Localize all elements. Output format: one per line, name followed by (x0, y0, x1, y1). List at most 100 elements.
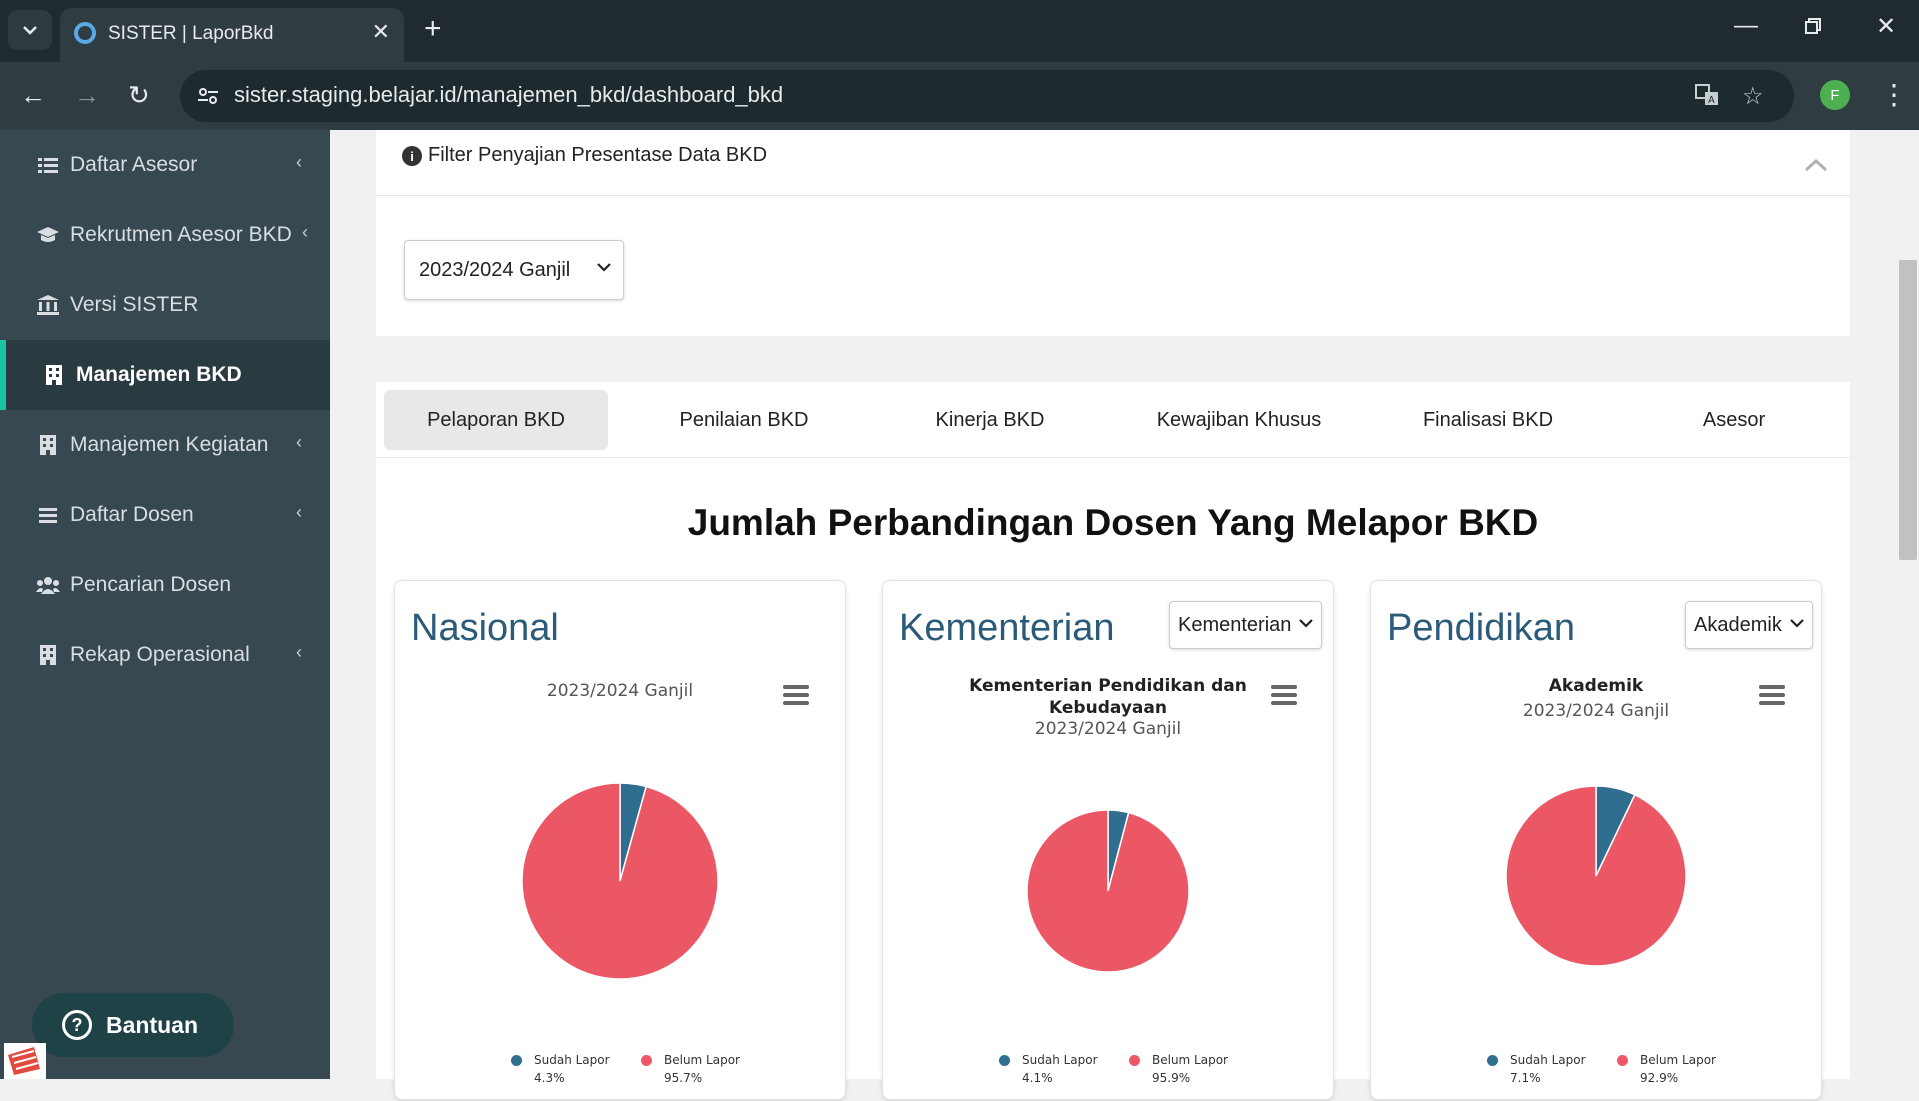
pie-chart-pendidikan (1505, 785, 1687, 967)
legend-label: Sudah Lapor (1510, 1053, 1586, 1067)
info-icon: i (402, 146, 422, 166)
card-heading: Pendidikan (1387, 607, 1576, 649)
address-bar[interactable]: sister.staging.belajar.id/manajemen_bkd/… (180, 70, 1794, 122)
sidebar-item-label: Manajemen Kegiatan (70, 433, 269, 456)
legend-dot (1487, 1054, 1498, 1066)
help-button[interactable]: ? Bantuan (32, 993, 234, 1057)
tab-search-button[interactable] (8, 10, 52, 50)
sidebar-item-label: Daftar Asesor (70, 153, 198, 176)
pie-slice-belum[interactable] (1026, 809, 1190, 973)
scrollbar-thumb[interactable] (1899, 260, 1917, 560)
question-icon: ? (62, 1010, 92, 1040)
legend-label: Belum Lapor (1152, 1053, 1228, 1067)
bookmark-star-icon[interactable]: ☆ (1742, 82, 1764, 111)
chart-subtitle: 2023/2024 Ganjil (1034, 719, 1182, 739)
semester-select[interactable]: 2023/2024 Ganjil (404, 240, 624, 300)
translate-icon[interactable]: A (1694, 82, 1720, 115)
page-scrollbar[interactable] (1897, 130, 1919, 1079)
sidebar-item-label: Daftar Dosen (70, 503, 194, 526)
card-heading: Nasional (411, 607, 559, 649)
sidebar-item-label: Rekrutmen Asesor BKD (70, 223, 292, 246)
sidebar-item-manajemen-kegiatan[interactable]: Manajemen Kegiatan ‹ (0, 410, 330, 480)
building-icon (36, 435, 60, 455)
legend-value: 95.9% (1152, 1071, 1191, 1085)
new-tab-button[interactable]: + (424, 12, 442, 46)
card-heading: Kementerian (899, 607, 1115, 649)
legend-label: Sudah Lapor (534, 1053, 610, 1067)
chart-card-nasional: Nasional 2023/2024 Ganjil Sudah Lapor 4.… (394, 580, 846, 1100)
chevron-up-icon[interactable] (1804, 148, 1828, 179)
legend-value: 4.3% (534, 1071, 565, 1085)
filter-card: i Filter Penyajian Presentase Data BKD 2… (376, 130, 1850, 336)
sidebar-item-rekap-operasional[interactable]: Rekap Operasional ‹ (0, 620, 330, 690)
pie-chart-nasional (521, 782, 719, 980)
sidebar-item-pencarian-dosen[interactable]: Pencarian Dosen (0, 550, 330, 620)
chevron-left-icon: ‹ (302, 222, 308, 242)
close-window-icon[interactable]: ✕ (1876, 12, 1896, 41)
report-card: Pelaporan BKD Penilaian BKD Kinerja BKD … (376, 382, 1850, 1100)
graduation-cap-icon (36, 226, 60, 244)
sidebar-item-label: Pencarian Dosen (70, 573, 232, 596)
browser-tab[interactable]: SISTER | LaporBkd ✕ (60, 8, 404, 62)
url-text: sister.staging.belajar.id/manajemen_bkd/… (234, 82, 784, 107)
site-settings-icon[interactable] (194, 82, 222, 110)
section-title: Jumlah Perbandingan Dosen Yang Melapor B… (687, 502, 1539, 543)
tab-pelaporan-bkd[interactable]: Pelaporan BKD (384, 390, 608, 450)
legend-item-belum[interactable]: Belum Lapor 92.9% (1617, 1053, 1716, 1085)
sidebar-item-label: Rekap Operasional (70, 643, 250, 666)
sidebar-item-manajemen-bkd[interactable]: Manajemen BKD (0, 340, 330, 410)
tab-finalisasi-bkd[interactable]: Finalisasi BKD (1376, 390, 1600, 450)
akademik-dropdown[interactable]: Akademik (1685, 601, 1813, 649)
sidebar-item-label: Versi SISTER (70, 293, 199, 316)
browser-toolbar: ← → ↻ sister.staging.belajar.id/manajeme… (0, 62, 1919, 130)
legend-item-belum[interactable]: Belum Lapor 95.7% (641, 1053, 740, 1085)
pie-slice-belum[interactable] (1505, 785, 1687, 967)
legend-item-sudah[interactable]: Sudah Lapor 4.3% (511, 1053, 610, 1085)
legend-label: Sudah Lapor (1022, 1053, 1098, 1067)
chevron-left-icon: ‹ (296, 502, 302, 522)
filter-title: Filter Penyajian Presentase Data BKD (428, 144, 768, 166)
legend-value: 7.1% (1510, 1071, 1541, 1085)
sister-favicon-icon (74, 22, 96, 44)
building-icon (36, 645, 60, 665)
tab-kewajiban-khusus[interactable]: Kewajiban Khusus (1114, 390, 1364, 450)
legend-item-sudah[interactable]: Sudah Lapor 7.1% (1487, 1053, 1586, 1085)
restore-icon[interactable] (1804, 14, 1822, 42)
sidebar-item-daftar-asesor[interactable]: Daftar Asesor ‹ (0, 130, 330, 200)
chart-area: Kementerian Pendidikan dan Kebudayaan 20… (883, 676, 1333, 1101)
profile-avatar[interactable]: F (1820, 80, 1850, 110)
forward-icon[interactable]: → (74, 80, 100, 111)
chevron-down-icon (597, 259, 611, 277)
chevron-down-icon (1299, 615, 1314, 632)
legend-dot (1617, 1054, 1628, 1066)
kementerian-dropdown[interactable]: Kementerian (1169, 601, 1323, 649)
building-icon (42, 365, 66, 385)
sidebar-item-daftar-dosen[interactable]: Daftar Dosen ‹ (0, 480, 330, 550)
legend-dot (1129, 1054, 1140, 1066)
reload-icon[interactable]: ↻ (128, 80, 150, 111)
back-icon[interactable]: ← (20, 80, 46, 111)
minimize-icon[interactable]: — (1734, 12, 1758, 40)
sidebar-item-versi-sister[interactable]: Versi SISTER (0, 270, 330, 340)
tab-penilaian-bkd[interactable]: Penilaian BKD (632, 390, 856, 450)
tabs-row: Pelaporan BKD Penilaian BKD Kinerja BKD … (376, 382, 1850, 458)
tab-close-icon[interactable]: ✕ (372, 19, 390, 45)
legend-dot (511, 1054, 522, 1066)
chart-title: Kementerian Pendidikan dan (969, 676, 1247, 696)
legend-item-belum[interactable]: Belum Lapor 95.9% (1129, 1053, 1228, 1085)
bank-icon (36, 295, 60, 315)
tab-asesor[interactable]: Asesor (1622, 390, 1846, 450)
legend-item-sudah[interactable]: Sudah Lapor 4.1% (999, 1053, 1098, 1085)
tab-title: SISTER | LaporBkd (108, 23, 274, 44)
pie-slice-belum[interactable] (521, 782, 719, 980)
legend-value: 92.9% (1640, 1071, 1679, 1085)
legend-value: 95.7% (664, 1071, 703, 1085)
users-icon (36, 576, 60, 594)
legend-dot (641, 1054, 652, 1066)
legend-label: Belum Lapor (1640, 1053, 1716, 1067)
tab-kinerja-bkd[interactable]: Kinerja BKD (878, 390, 1102, 450)
chart-title: Akademik (1548, 676, 1644, 696)
browser-menu-icon[interactable]: ⋮ (1880, 78, 1908, 111)
sidebar-item-rekrutmen-asesor[interactable]: Rekrutmen Asesor BKD ‹ (0, 200, 330, 270)
app-logo-icon (4, 1043, 46, 1079)
